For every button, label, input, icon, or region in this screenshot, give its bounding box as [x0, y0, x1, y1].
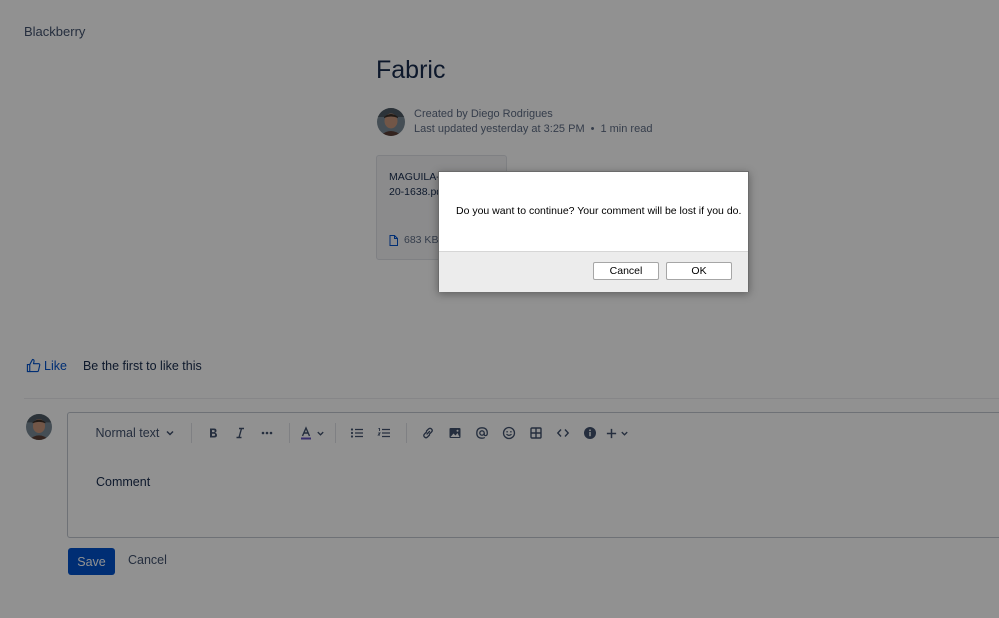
modal-overlay: [0, 0, 999, 618]
dialog-cancel-button[interactable]: Cancel: [593, 262, 659, 280]
dialog-ok-button[interactable]: OK: [666, 262, 732, 280]
dialog-footer: Cancel OK: [439, 251, 748, 292]
dialog-message: Do you want to continue? Your comment wi…: [456, 205, 742, 217]
confirm-dialog: Do you want to continue? Your comment wi…: [438, 171, 749, 292]
